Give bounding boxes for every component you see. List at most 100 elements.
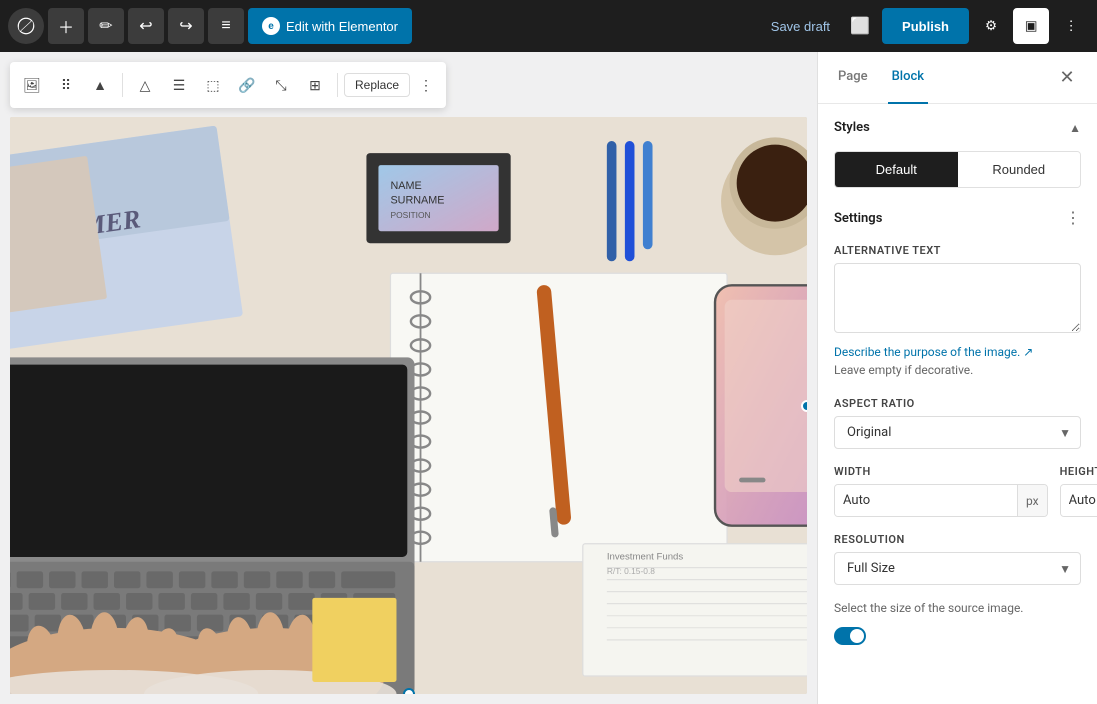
tools-button[interactable]: ✏ (88, 8, 124, 44)
resize-handle-bottom[interactable] (403, 688, 415, 694)
aspect-ratio-label: ASPECT RATIO (834, 397, 1081, 410)
toggle-knob (850, 629, 864, 643)
svg-text:NAME: NAME (390, 180, 421, 192)
resize-handle-right[interactable] (801, 400, 807, 412)
undo-button[interactable]: ↩ (128, 8, 164, 44)
alt-text-label: ALTERNATIVE TEXT (834, 244, 1081, 257)
crop-button[interactable]: ⬚ (197, 69, 229, 101)
settings-section-header: Settings ⋮ (834, 208, 1081, 228)
width-label: WIDTH (834, 465, 1048, 478)
height-group: HEIGHT px (1060, 465, 1097, 517)
drag-icon: ⠿ (61, 77, 71, 94)
dimensions-row: WIDTH px HEIGHT px (834, 465, 1081, 517)
height-input[interactable] (1061, 485, 1097, 516)
pencil-icon: ✏ (99, 16, 112, 36)
alt-text-input[interactable] (834, 263, 1081, 333)
image-gallery-button[interactable]: 🖼 (16, 69, 48, 101)
settings-more-button[interactable]: ⋮ (1065, 208, 1081, 228)
rounded-style-button[interactable]: Rounded (958, 152, 1081, 187)
alt-text-hint: Leave empty if decorative. (834, 363, 1081, 377)
aspect-icon: ⤡ (275, 77, 286, 94)
aspect-ratio-container: Original 16:9 4:3 1:1 ▼ (834, 416, 1081, 449)
replace-button[interactable]: Replace (344, 73, 410, 97)
tab-block[interactable]: Block (888, 52, 928, 104)
width-input[interactable] (835, 485, 1017, 516)
svg-text:SURNAME: SURNAME (390, 195, 444, 207)
resolution-select[interactable]: Full Size Large Medium Thumbnail (834, 552, 1081, 585)
more-icon: ⋮ (419, 77, 433, 94)
width-input-wrap: px (834, 484, 1048, 517)
panel-close-button[interactable]: ✕ (1053, 64, 1081, 92)
edit-elementor-button[interactable]: e Edit with Elementor (248, 8, 412, 44)
more-options-button[interactable]: ⋮ (1053, 8, 1089, 44)
width-group: WIDTH px (834, 465, 1048, 517)
monitor-icon: ⬜ (850, 16, 870, 36)
width-unit: px (1017, 485, 1047, 516)
move-up-button[interactable]: ▲ (84, 69, 116, 101)
image-icon: 🖼 (23, 77, 41, 94)
right-panel: Page Block ✕ Styles ▲ Default Rounded (817, 52, 1097, 704)
add-block-button[interactable]: ＋ (48, 8, 84, 44)
tab-page[interactable]: Page (834, 52, 872, 104)
elementor-icon: e (262, 17, 280, 35)
align-icon: △ (140, 77, 151, 94)
default-style-button[interactable]: Default (835, 152, 958, 187)
resolution-container: Full Size Large Medium Thumbnail ▼ (834, 552, 1081, 585)
align-center-button[interactable]: ☰ (163, 69, 195, 101)
image-block[interactable]: SUMMER NAME SURNAME (10, 117, 807, 694)
expand-on-click-row (834, 627, 1081, 645)
list-icon: ≡ (221, 17, 230, 35)
chevron-up-icon: ▲ (93, 77, 107, 93)
describe-purpose-link[interactable]: Describe the purpose of the image. ↗ (834, 345, 1081, 359)
style-buttons-group: Default Rounded (834, 151, 1081, 188)
link-icon: 🔗 (238, 77, 255, 94)
settings-title: Settings (834, 211, 882, 226)
toolbar-divider-2 (337, 73, 338, 97)
align-center-icon: ☰ (173, 77, 186, 94)
expand-on-click-toggle[interactable] (834, 627, 866, 645)
top-bar: ＋ ✏ ↩ ↪ ≡ e Edit with Elementor Save dra… (0, 0, 1097, 52)
toolbar-more-button[interactable]: ⋮ (412, 71, 440, 99)
ellipsis-icon: ⋮ (1064, 18, 1077, 34)
resolution-hint: Select the size of the source image. (834, 601, 1081, 615)
aspect-ratio-select[interactable]: Original 16:9 4:3 1:1 (834, 416, 1081, 449)
block-settings-button[interactable]: ▣ (1013, 8, 1049, 44)
link-button[interactable]: 🔗 (231, 69, 263, 101)
panel-content: Styles ▲ Default Rounded Settings ⋮ ALT (818, 104, 1097, 704)
frame-icon: ⬚ (206, 77, 219, 94)
chevron-up-icon: ▲ (1069, 121, 1081, 135)
ellipsis-vertical-icon: ⋮ (1065, 208, 1081, 228)
list-view-button[interactable]: ≡ (208, 8, 244, 44)
drag-handle-button[interactable]: ⠿ (50, 69, 82, 101)
undo-icon: ↩ (139, 16, 152, 36)
redo-icon: ↪ (179, 16, 192, 36)
close-icon: ✕ (1059, 67, 1074, 88)
save-draft-button[interactable]: Save draft (763, 8, 838, 44)
publish-button[interactable]: Publish (882, 8, 969, 44)
content-area: 🖼 ⠿ ▲ △ ☰ ⬚ 🔗 ⤡ (0, 52, 1097, 704)
styles-toggle-button[interactable]: ▲ (1069, 121, 1081, 135)
svg-text:POSITION: POSITION (390, 210, 430, 220)
image-block-toolbar: 🖼 ⠿ ▲ △ ☰ ⬚ 🔗 ⤡ (10, 62, 446, 108)
aspect-ratio-button[interactable]: ⤡ (265, 69, 297, 101)
align-triangle-button[interactable]: △ (129, 69, 161, 101)
text-icon: ⊞ (309, 77, 321, 94)
svg-text:R/T: 0.15-0.8: R/T: 0.15-0.8 (607, 566, 655, 576)
svg-text:Investment Funds: Investment Funds (607, 551, 684, 562)
post-settings-button[interactable]: ⚙ (973, 8, 1009, 44)
styles-title: Styles (834, 120, 870, 135)
panel-header: Page Block ✕ (818, 52, 1097, 104)
plus-icon: ＋ (58, 14, 74, 38)
styles-section-header: Styles ▲ (834, 120, 1081, 135)
edit-elementor-label: Edit with Elementor (286, 19, 398, 34)
text-overlay-button[interactable]: ⊞ (299, 69, 331, 101)
main-editor: 🖼 ⠿ ▲ △ ☰ ⬚ 🔗 ⤡ (0, 52, 817, 704)
wp-logo[interactable] (8, 8, 44, 44)
sidebar-icon: ▣ (1025, 18, 1038, 34)
preview-button[interactable]: ⬜ (842, 8, 878, 44)
toolbar-divider-1 (122, 73, 123, 97)
redo-button[interactable]: ↪ (168, 8, 204, 44)
height-input-wrap: px (1060, 484, 1097, 517)
post-settings-icon: ⚙ (985, 18, 997, 34)
settings-section: Settings ⋮ ALTERNATIVE TEXT Describe the… (834, 208, 1081, 645)
